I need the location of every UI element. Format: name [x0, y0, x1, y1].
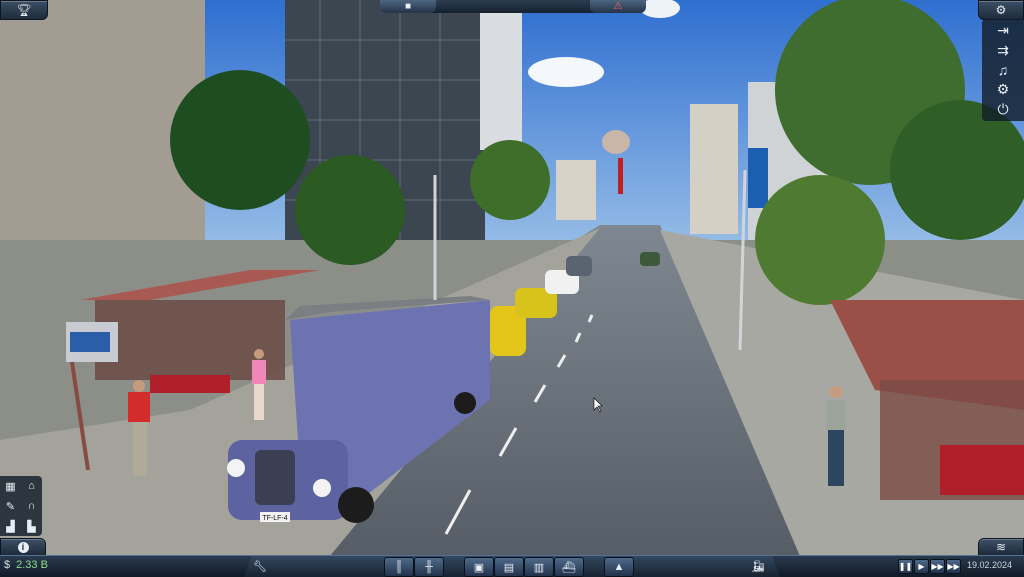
- info-button[interactable]: i: [0, 538, 46, 556]
- tunnel-icon: ∩: [27, 500, 36, 512]
- settings-icon: ⚙: [996, 81, 1010, 98]
- fastest-button[interactable]: ▶▶: [946, 559, 961, 574]
- tree: [755, 175, 885, 305]
- layers-icon: ≋: [995, 540, 1007, 554]
- building-tower-light: [480, 0, 522, 150]
- tools-icon: ✎: [5, 500, 16, 513]
- tree: [295, 155, 405, 265]
- rail-icon: ▣: [473, 561, 485, 574]
- train-menu-button[interactable]: 🚂︎: [744, 557, 772, 575]
- car: [566, 256, 592, 276]
- top-center-bar: ■ ⚠: [380, 0, 646, 13]
- truck-button[interactable]: ▥: [524, 557, 554, 577]
- headlight: [227, 459, 245, 477]
- info-icon: i: [17, 541, 29, 553]
- terrain-button[interactable]: ▲: [604, 557, 634, 577]
- wrench-icon: 🔧︎: [253, 560, 267, 573]
- music-icon: ♫: [997, 61, 1009, 78]
- top-left-button[interactable]: 🏆︎: [0, 0, 48, 20]
- pedestrian: [826, 386, 846, 486]
- music-button[interactable]: ♫: [986, 60, 1020, 80]
- town-icon: ▟: [6, 520, 15, 533]
- building-far: [556, 160, 596, 220]
- game-date: 19.02.2024: [966, 560, 1012, 570]
- build-toolbar: 🔧︎ ║ ╫ ▣ ▤ ▥ ⛴ ▲ 🚂︎: [244, 556, 780, 577]
- rail-vehicle-button[interactable]: ▣: [464, 557, 494, 577]
- wheel: [454, 392, 476, 414]
- tools-menu-button[interactable]: 🔧︎: [246, 557, 274, 575]
- terrain-icon: ▲: [613, 561, 625, 573]
- depot-icon: ⌂: [28, 480, 35, 492]
- cloud: [528, 57, 604, 87]
- station-icon: ▦: [5, 480, 16, 493]
- money-value: 2.33 B: [16, 559, 48, 571]
- chimney: [618, 158, 623, 194]
- road-button[interactable]: ║: [384, 557, 414, 577]
- industry-button[interactable]: ▙: [23, 519, 41, 533]
- enter-exit-button[interactable]: ⇥: [986, 21, 1020, 41]
- bus-plate: TF-LF-4: [262, 515, 287, 522]
- train-icon: 🚂︎: [751, 560, 765, 573]
- town-button[interactable]: ▟: [2, 519, 20, 533]
- station-button[interactable]: ▦: [2, 479, 20, 493]
- warning-icon: ⚠: [613, 1, 623, 12]
- road-icon: ║: [395, 561, 403, 573]
- power-icon: ⏻: [997, 100, 1009, 117]
- ship-icon: ⛴: [562, 561, 576, 574]
- truck-icon: ▥: [533, 561, 545, 574]
- ship-button[interactable]: ⛴: [554, 557, 584, 577]
- billboard: [748, 148, 768, 208]
- tools-button[interactable]: ✎: [2, 499, 20, 513]
- bottom-bar: $2.33 B 🔧︎ ║ ╫ ▣ ▤ ▥ ⛴ ▲ 🚂︎ ❚❚ ▶ ▶▶ ▶▶ 1…: [0, 555, 1024, 577]
- currency-symbol: $: [4, 559, 11, 571]
- play-icon: ▶: [918, 562, 925, 571]
- left-menu: ▦ ⌂ ✎ ∩ ▟ ▙: [0, 476, 42, 536]
- fast-icon: ▶▶: [931, 562, 944, 571]
- depot-button[interactable]: ⌂: [23, 479, 41, 493]
- pause-button[interactable]: ❚❚: [898, 559, 913, 574]
- settings-button[interactable]: ⚙: [986, 80, 1020, 100]
- play-button[interactable]: ▶: [914, 559, 929, 574]
- headlight: [313, 479, 331, 497]
- building-far: [690, 104, 738, 234]
- industry-icon: ▙: [27, 520, 36, 533]
- news-button[interactable]: ■: [380, 0, 436, 13]
- info-icon: ■: [404, 1, 412, 12]
- settings-top-button[interactable]: ⚙: [978, 0, 1024, 20]
- right-menu: ⇥ ⇉ ♫ ⚙ ⏻: [982, 19, 1024, 121]
- gear-icon: ⚙: [995, 3, 1007, 17]
- trophy-icon: 🏆︎: [16, 3, 32, 17]
- wheel: [338, 487, 374, 523]
- warnings-button[interactable]: ⚠: [590, 0, 646, 13]
- money-display: $2.33 B: [4, 559, 48, 571]
- convoy-button[interactable]: ⇉: [986, 41, 1020, 61]
- tree: [890, 100, 1024, 240]
- convoy-icon: ⇉: [997, 41, 1009, 58]
- game-viewport[interactable]: TF-LF-4: [0, 0, 1024, 576]
- power-button[interactable]: ⏻: [986, 99, 1020, 119]
- street-button[interactable]: ╫: [414, 557, 444, 577]
- pause-icon: ❚❚: [898, 562, 913, 571]
- car: [640, 252, 660, 266]
- enter-exit-icon: ⇥: [997, 22, 1009, 39]
- tree: [170, 70, 310, 210]
- tunnel-button[interactable]: ∩: [23, 499, 41, 513]
- fast-button[interactable]: ▶▶: [930, 559, 945, 574]
- smoke: [602, 130, 630, 154]
- tree: [470, 140, 550, 220]
- bus-button[interactable]: ▤: [494, 557, 524, 577]
- layers-button[interactable]: ≋: [978, 538, 1024, 556]
- bus-icon: ▤: [503, 561, 515, 574]
- fastest-icon: ▶▶: [947, 562, 960, 571]
- street-icon: ╫: [425, 561, 433, 573]
